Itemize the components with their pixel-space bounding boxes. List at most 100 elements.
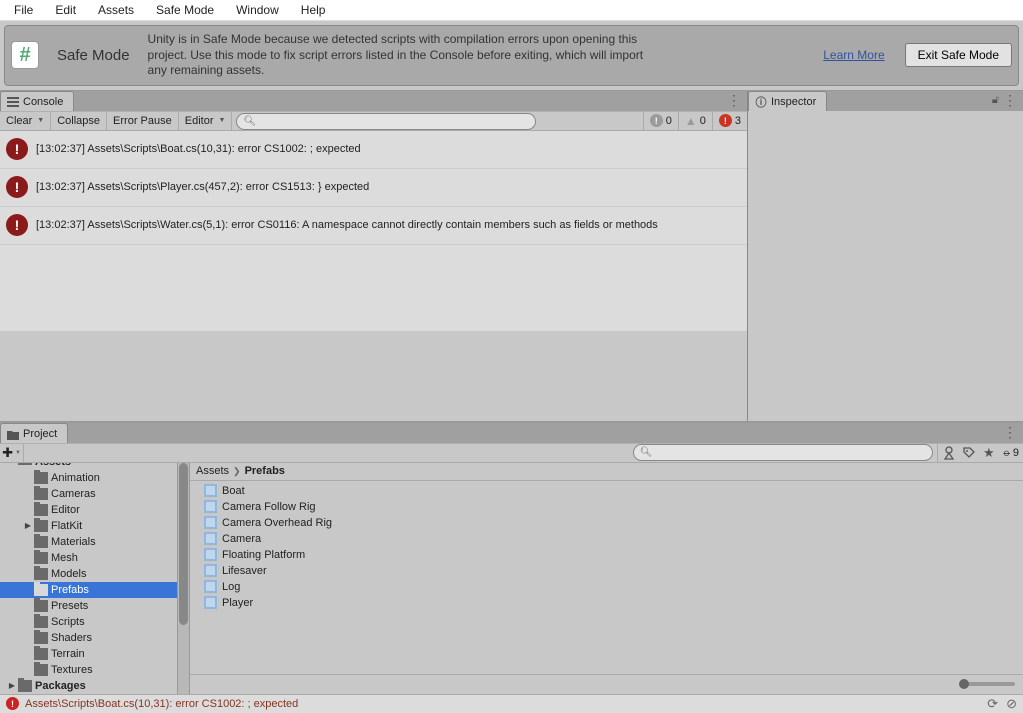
file-item[interactable]: Camera Follow Rig <box>190 499 1023 515</box>
tab-inspector[interactable]: ⓘ Inspector <box>748 91 827 111</box>
file-name: Camera Follow Rig <box>222 501 316 513</box>
lock-icon[interactable]: 🔓︎ <box>992 94 999 107</box>
console-entry[interactable]: ![13:02:37] Assets\Scripts\Player.cs(457… <box>0 169 747 207</box>
breadcrumb[interactable]: Assets ❯ Prefabs <box>190 463 1023 481</box>
hidden-items-counter[interactable]: ⦵ 9 <box>1002 445 1019 460</box>
project-toolbar: ✚ 🔍︎ ★ ⦵ 9 <box>0 443 1023 463</box>
menu-file[interactable]: File <box>4 0 43 20</box>
tree-item-label: Materials <box>51 536 177 548</box>
project-footer <box>190 674 1023 694</box>
menu-assets[interactable]: Assets <box>88 0 144 20</box>
panel-menu-icon[interactable]: ⋮ <box>1003 92 1017 109</box>
folder-icon <box>34 504 48 516</box>
error-pause-button[interactable]: Error Pause <box>107 112 179 130</box>
file-item[interactable]: Floating Platform <box>190 547 1023 563</box>
favorite-icon[interactable]: ★ <box>982 446 996 460</box>
console-entry[interactable]: ![13:02:37] Assets\Scripts\Boat.cs(10,31… <box>0 131 747 169</box>
folder-icon <box>34 600 48 612</box>
warning-counter[interactable]: ▲ 0 <box>678 112 712 130</box>
filter-by-label-icon[interactable] <box>962 446 976 460</box>
menu-window[interactable]: Window <box>226 0 289 20</box>
tree-item-terrain[interactable]: Terrain <box>0 646 189 662</box>
tree-item-label: Shaders <box>51 632 177 644</box>
tab-label: Console <box>23 96 63 108</box>
expand-arrow-icon[interactable]: ▶ <box>6 681 18 690</box>
prefab-icon <box>204 516 217 529</box>
file-item[interactable]: Player <box>190 595 1023 611</box>
menu-safe-mode[interactable]: Safe Mode <box>146 0 224 20</box>
prefab-icon <box>204 580 217 593</box>
tree-item-shaders[interactable]: Shaders <box>0 630 189 646</box>
eye-off-icon: ⦵ <box>1002 445 1012 460</box>
tree-item-cameras[interactable]: Cameras <box>0 486 189 502</box>
tree-item-label: Editor <box>51 504 177 516</box>
tree-item-assets[interactable]: Assets <box>0 463 189 470</box>
error-icon: ! <box>6 214 28 236</box>
tree-item-materials[interactable]: Materials <box>0 534 189 550</box>
tree-item-mesh[interactable]: Mesh <box>0 550 189 566</box>
error-icon: ! <box>719 114 732 127</box>
tree-item-label: Mesh <box>51 552 177 564</box>
tree-item-scripts[interactable]: Scripts <box>0 614 189 630</box>
file-name: Floating Platform <box>222 549 305 561</box>
expand-arrow-icon[interactable]: ▶ <box>22 521 34 530</box>
exit-safe-mode-button[interactable]: Exit Safe Mode <box>905 43 1012 67</box>
tab-label: Inspector <box>771 96 816 108</box>
prefab-icon <box>204 564 217 577</box>
error-counter[interactable]: ! 3 <box>712 112 747 130</box>
tree-item-packages[interactable]: ▶Packages <box>0 678 189 694</box>
activity-icon[interactable]: ⊘ <box>1006 696 1017 712</box>
project-search-input[interactable]: 🔍︎ <box>633 444 933 461</box>
tree-item-label: Cameras <box>51 488 177 500</box>
file-item[interactable]: Camera <box>190 531 1023 547</box>
info-counter[interactable]: ! 0 <box>643 112 678 130</box>
tree-item-models[interactable]: Models <box>0 566 189 582</box>
tree-item-editor[interactable]: Editor <box>0 502 189 518</box>
learn-more-link[interactable]: Learn More <box>823 48 884 62</box>
file-item[interactable]: Log <box>190 579 1023 595</box>
project-file-list[interactable]: Boat Camera Follow Rig Camera Overhead Rig… <box>190 481 1023 674</box>
console-tab-bar: Console ⋮ <box>0 91 747 111</box>
add-button[interactable]: ✚ <box>0 444 24 462</box>
folder-icon <box>18 463 32 465</box>
panel-menu-icon[interactable]: ⋮ <box>727 92 741 109</box>
filter-by-type-icon[interactable] <box>942 446 956 460</box>
crumb-root[interactable]: Assets <box>196 465 229 477</box>
tree-item-prefabs[interactable]: Prefabs <box>0 582 189 598</box>
menu-help[interactable]: Help <box>291 0 336 20</box>
auto-refresh-icon[interactable]: ⟳ <box>987 696 998 712</box>
prefab-icon <box>204 532 217 545</box>
file-item[interactable]: Lifesaver <box>190 563 1023 579</box>
tree-item-flatkit[interactable]: ▶FlatKit <box>0 518 189 534</box>
editor-dropdown[interactable]: Editor <box>179 112 233 130</box>
folder-icon <box>34 472 48 484</box>
file-name: Player <box>222 597 253 609</box>
file-item[interactable]: Boat <box>190 483 1023 499</box>
tab-project[interactable]: Project <box>0 423 68 443</box>
clear-button[interactable]: Clear <box>0 112 51 130</box>
tree-item-animation[interactable]: Animation <box>0 470 189 486</box>
console-entry[interactable]: ![13:02:37] Assets\Scripts\Water.cs(5,1)… <box>0 207 747 245</box>
panel-menu-icon[interactable]: ⋮ <box>1003 424 1017 441</box>
console-search-input[interactable]: 🔍︎ <box>236 113 536 130</box>
tab-console[interactable]: Console <box>0 91 74 111</box>
folder-icon <box>34 584 48 596</box>
file-name: Camera Overhead Rig <box>222 517 332 529</box>
zoom-slider[interactable] <box>960 682 1015 686</box>
status-message[interactable]: Assets\Scripts\Boat.cs(10,31): error CS1… <box>25 698 298 710</box>
folder-icon <box>34 648 48 660</box>
console-message-text: [13:02:37] Assets\Scripts\Player.cs(457,… <box>36 181 369 193</box>
tree-item-textures[interactable]: Textures <box>0 662 189 678</box>
console-detail-pane <box>0 331 747 421</box>
console-message-list[interactable]: ![13:02:37] Assets\Scripts\Boat.cs(10,31… <box>0 131 747 331</box>
prefab-icon <box>204 500 217 513</box>
project-tree[interactable]: AssetsAnimation Cameras Editor ▶FlatKit Mate… <box>0 463 190 694</box>
collapse-button[interactable]: Collapse <box>51 112 107 130</box>
file-item[interactable]: Camera Overhead Rig <box>190 515 1023 531</box>
info-icon: ! <box>650 114 663 127</box>
folder-icon <box>34 536 48 548</box>
menu-edit[interactable]: Edit <box>45 0 86 20</box>
tree-item-presets[interactable]: Presets <box>0 598 189 614</box>
file-name: Lifesaver <box>222 565 267 577</box>
tree-scrollbar[interactable] <box>177 463 189 694</box>
